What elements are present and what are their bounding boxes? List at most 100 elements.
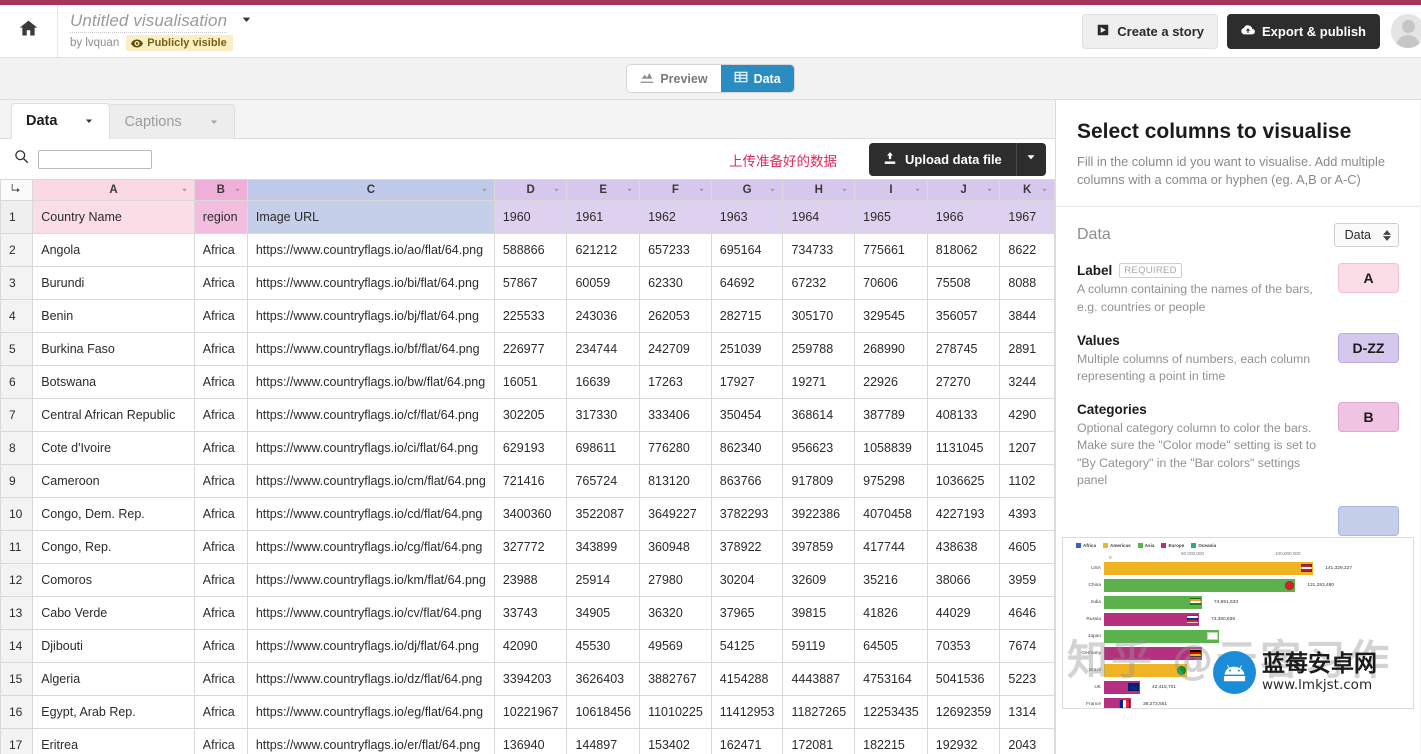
cell[interactable]: 226977 (493, 332, 568, 366)
cell[interactable]: 11010225 (639, 695, 712, 729)
cell[interactable]: 5041536 (926, 662, 1001, 696)
cell[interactable]: Congo, Rep. (32, 530, 195, 564)
cell[interactable]: 327772 (493, 530, 568, 564)
cell[interactable]: 70353 (926, 629, 1001, 663)
cell[interactable]: Africa (193, 728, 248, 754)
cell[interactable]: https://www.countryflags.io/cg/flat/64.p… (246, 530, 495, 564)
cell[interactable]: https://www.countryflags.io/cm/flat/64.p… (246, 464, 495, 498)
cell[interactable]: 356057 (926, 299, 1001, 333)
column-header-d[interactable]: D (493, 179, 568, 201)
tab-data[interactable]: Data (720, 65, 794, 92)
cell[interactable]: Africa (193, 233, 248, 267)
cell[interactable]: 35216 (854, 563, 928, 597)
chevron-down-icon[interactable] (233, 186, 242, 195)
cell[interactable]: 1102 (999, 464, 1055, 498)
cell[interactable]: 3649227 (639, 497, 712, 531)
chevron-down-icon[interactable] (480, 186, 489, 195)
cell[interactable]: 775661 (854, 233, 928, 267)
values-column-input[interactable]: D-ZZ (1338, 332, 1399, 363)
cell[interactable]: https://www.countryflags.io/dj/flat/64.p… (246, 629, 495, 663)
cell[interactable]: 25914 (566, 563, 641, 597)
cell[interactable]: 172081 (782, 728, 856, 754)
cell[interactable]: 39815 (782, 596, 856, 630)
table-row[interactable]: 14 Djibouti Africa https://www.countryflags… (0, 629, 1055, 663)
table-row[interactable]: 6 Botswana Africa https://www.countryflags.… (0, 365, 1055, 399)
cell[interactable]: 721416 (493, 464, 568, 498)
cell[interactable]: 813120 (639, 464, 712, 498)
cell[interactable]: 1207 (999, 431, 1055, 465)
cell[interactable]: 4070458 (854, 497, 928, 531)
cell[interactable]: Cabo Verde (32, 596, 195, 630)
cell[interactable]: 4753164 (854, 662, 928, 696)
chevron-down-icon[interactable] (985, 186, 994, 195)
upload-data-file-button[interactable]: Upload data file (869, 143, 1016, 176)
table-row[interactable]: 11 Congo, Rep. Africa https://www.countryfl… (0, 530, 1055, 564)
cell[interactable]: 70606 (854, 266, 928, 300)
cell[interactable]: 1965 (854, 200, 928, 234)
chevron-down-icon[interactable] (1040, 186, 1049, 195)
cell[interactable]: 4393 (999, 497, 1055, 531)
cell[interactable]: 41826 (854, 596, 928, 630)
cell[interactable]: Comoros (32, 563, 195, 597)
cell[interactable]: 1058839 (854, 431, 928, 465)
cell[interactable]: 1966 (926, 200, 1001, 234)
cell[interactable]: 863766 (710, 464, 784, 498)
cell[interactable]: https://www.countryflags.io/er/flat/64.p… (246, 728, 495, 754)
cell[interactable]: Algeria (32, 662, 195, 696)
column-header-c[interactable]: C (246, 179, 495, 201)
cell[interactable]: https://www.countryflags.io/ci/flat/64.p… (246, 431, 495, 465)
cell[interactable]: Image URL (246, 200, 495, 234)
cell[interactable]: Eritrea (32, 728, 195, 754)
cell[interactable]: Congo, Dem. Rep. (32, 497, 195, 531)
table-row[interactable]: 3 Burundi Africa https://www.countryflags.i… (0, 266, 1055, 300)
cell[interactable]: 5223 (999, 662, 1055, 696)
cell[interactable]: 862340 (710, 431, 784, 465)
cell[interactable]: 12253435 (854, 695, 928, 729)
cell[interactable]: Africa (193, 266, 248, 300)
column-header-b[interactable]: B (193, 179, 248, 201)
cell[interactable]: 23988 (493, 563, 568, 597)
cell[interactable]: Egypt, Arab Rep. (32, 695, 195, 729)
cell[interactable]: 4290 (999, 398, 1055, 432)
table-row[interactable]: 2 Angola Africa https://www.countryflags.io… (0, 233, 1055, 267)
table-row[interactable]: 9 Cameroon Africa https://www.countryflags.… (0, 464, 1055, 498)
create-story-button[interactable]: Create a story (1082, 13, 1218, 49)
avatar[interactable] (1391, 14, 1421, 48)
cell[interactable]: 8622 (999, 233, 1055, 267)
cell[interactable]: 695164 (710, 233, 784, 267)
cell[interactable]: 1314 (999, 695, 1055, 729)
cell[interactable]: 19271 (782, 365, 856, 399)
cell[interactable]: Africa (193, 332, 248, 366)
cell[interactable]: https://www.countryflags.io/eg/flat/64.p… (246, 695, 495, 729)
cell[interactable]: 1961 (566, 200, 641, 234)
home-button[interactable] (0, 5, 58, 57)
cell[interactable]: 192932 (926, 728, 1001, 754)
cell[interactable]: 10221967 (493, 695, 568, 729)
cell[interactable]: 3959 (999, 563, 1055, 597)
chevron-down-icon[interactable] (552, 186, 561, 195)
chevron-down-icon[interactable] (625, 186, 634, 195)
column-header-a[interactable]: A (32, 179, 195, 201)
cell[interactable]: 343899 (566, 530, 641, 564)
cell[interactable]: 42090 (493, 629, 568, 663)
cell[interactable]: https://www.countryflags.io/cd/flat/64.p… (246, 497, 495, 531)
cell[interactable]: https://www.countryflags.io/dz/flat/64.p… (246, 662, 495, 696)
cell[interactable]: 17927 (710, 365, 784, 399)
label-column-input[interactable]: A (1338, 263, 1399, 294)
chevron-down-icon[interactable] (840, 186, 849, 195)
cell[interactable]: 67232 (782, 266, 856, 300)
grid-scroll-area[interactable]: A B C D E F G H I J K 1 Country Name reg… (0, 179, 1055, 754)
cell[interactable]: 4646 (999, 596, 1055, 630)
table-row[interactable]: 7 Central African Republic Africa https://w… (0, 398, 1055, 432)
cell[interactable]: 333406 (639, 398, 712, 432)
cell[interactable]: Botswana (32, 365, 195, 399)
cell[interactable]: 22926 (854, 365, 928, 399)
sheet-tab-captions[interactable]: Captions (109, 104, 235, 139)
cell[interactable]: Burkina Faso (32, 332, 195, 366)
cell[interactable]: Africa (193, 431, 248, 465)
column-header-j[interactable]: J (926, 179, 1001, 201)
table-row[interactable]: 4 Benin Africa https://www.countryflags.io/… (0, 299, 1055, 333)
upload-dropdown-button[interactable] (1015, 143, 1046, 176)
chevron-down-icon[interactable] (180, 186, 189, 195)
next-column-input[interactable] (1338, 505, 1399, 536)
